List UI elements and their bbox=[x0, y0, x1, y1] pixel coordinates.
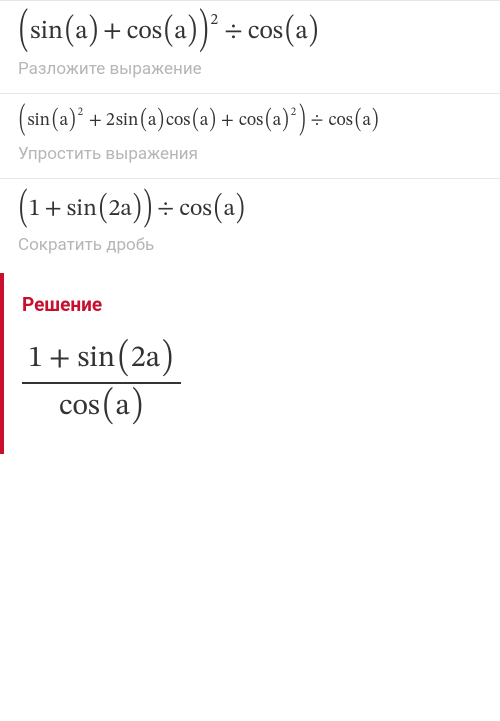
step-3: ( 1 + sin (2a) ) ÷ cos (a) Сократить дро… bbox=[0, 178, 500, 269]
step-1: ( sin (a) + cos (a) ) 2 ÷ cos (a) Разлож… bbox=[0, 0, 500, 93]
solution-title: Решение bbox=[22, 293, 482, 316]
solution-expression: 1 + sin (2a) cos (a) bbox=[22, 336, 181, 430]
step-2-expression: ( sin (a) 2 + 2 sin (a) cos (a) + cos (a… bbox=[18, 112, 482, 130]
step-2-hint[interactable]: Упростить выражения bbox=[18, 144, 482, 164]
step-3-hint[interactable]: Сократить дробь bbox=[18, 235, 482, 255]
step-1-hint[interactable]: Разложите выражение bbox=[18, 59, 482, 79]
fraction-numerator: 1 + sin (2a) bbox=[22, 336, 181, 382]
step-2: ( sin (a) 2 + 2 sin (a) cos (a) + cos (a… bbox=[0, 93, 500, 178]
step-1-expression: ( sin (a) + cos (a) ) 2 ÷ cos (a) bbox=[18, 19, 482, 45]
solution-block: Решение 1 + sin (2a) cos (a) bbox=[0, 273, 500, 454]
step-3-expression: ( 1 + sin (2a) ) ÷ cos (a) bbox=[18, 197, 482, 221]
fraction-denominator: cos (a) bbox=[52, 384, 151, 430]
